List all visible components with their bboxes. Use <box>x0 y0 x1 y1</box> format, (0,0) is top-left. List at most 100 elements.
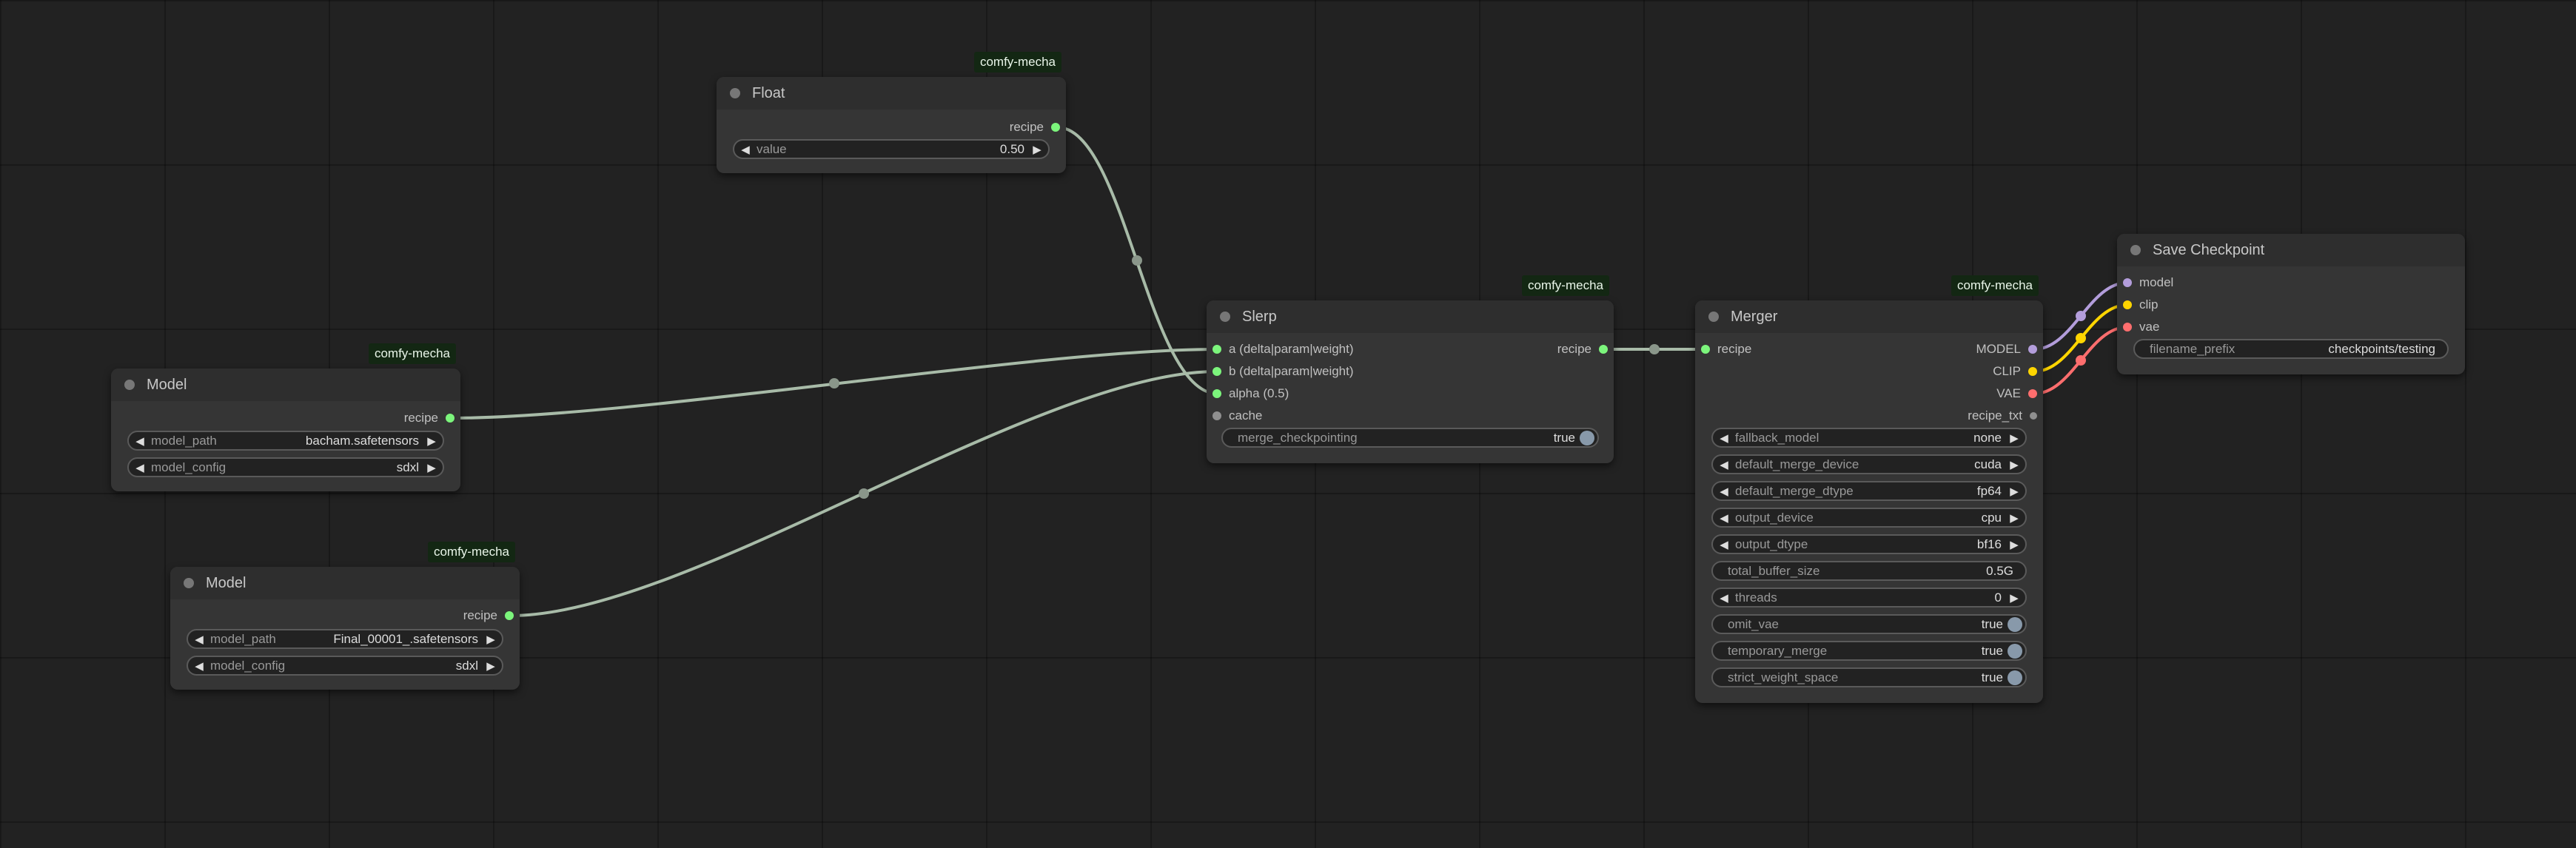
increment-arrow-icon[interactable]: ▶ <box>480 659 502 673</box>
increment-arrow-icon[interactable]: ▶ <box>1026 143 1048 156</box>
link-midpoint[interactable] <box>859 488 869 499</box>
input-slot-cache[interactable]: cache <box>1212 406 1269 425</box>
toggle-knob-icon[interactable] <box>2008 643 2022 659</box>
input-slot-b[interactable]: b (delta|param|weight) <box>1212 362 1361 381</box>
increment-arrow-icon[interactable]: ▶ <box>420 461 443 474</box>
output-dot-icon[interactable] <box>2030 412 2037 420</box>
widget-strict-weight-space[interactable]: strict_weight_space true <box>1711 667 2027 687</box>
node-header[interactable]: Save Checkpoint <box>2117 234 2465 266</box>
widget-merge-checkpointing[interactable]: merge_checkpointing true <box>1221 428 1599 448</box>
link-midpoint[interactable] <box>2076 333 2086 343</box>
node-header[interactable]: Float <box>717 77 1066 110</box>
widget-omit-vae[interactable]: omit_vae true <box>1711 614 2027 634</box>
increment-arrow-icon[interactable]: ▶ <box>2003 538 2025 551</box>
input-dot-icon[interactable] <box>1701 345 1710 354</box>
link-midpoint[interactable] <box>2076 311 2086 321</box>
decrement-arrow-icon[interactable]: ◀ <box>188 659 210 673</box>
input-dot-icon[interactable] <box>1212 367 1221 376</box>
toggle-knob-icon[interactable] <box>2008 616 2022 632</box>
link-midpoint[interactable] <box>1132 255 1142 266</box>
decrement-arrow-icon[interactable]: ◀ <box>1713 431 1735 445</box>
output-slot-recipe[interactable]: recipe <box>1550 340 1608 359</box>
widget-model-path[interactable]: ◀ model_path Final_00001_.safetensors ▶ <box>187 629 503 649</box>
widget-threads[interactable]: ◀ threads 0 ▶ <box>1711 588 2027 608</box>
collapse-dot-icon[interactable] <box>124 380 135 390</box>
output-slot-recipe[interactable]: recipe <box>456 606 514 625</box>
output-dot-icon[interactable] <box>505 611 514 620</box>
widget-output-device[interactable]: ◀ output_device cpu ▶ <box>1711 508 2027 528</box>
widget-model-config[interactable]: ◀ model_config sdxl ▶ <box>127 457 444 477</box>
widget-value[interactable]: ◀ value 0.50 ▶ <box>733 139 1050 159</box>
output-dot-icon[interactable] <box>2028 367 2037 376</box>
input-dot-icon[interactable] <box>1212 345 1221 354</box>
toggle-knob-icon[interactable] <box>1580 430 1594 445</box>
input-slot-a[interactable]: a (delta|param|weight) <box>1212 340 1361 359</box>
link-midpoint[interactable] <box>2076 355 2086 366</box>
output-slot-model[interactable]: MODEL <box>1969 340 2037 359</box>
collapse-dot-icon[interactable] <box>2130 245 2141 255</box>
decrement-arrow-icon[interactable]: ◀ <box>734 143 757 156</box>
increment-arrow-icon[interactable]: ▶ <box>2003 591 2025 605</box>
widget-default-merge-device[interactable]: ◀ default_merge_device cuda ▶ <box>1711 454 2027 474</box>
collapse-dot-icon[interactable] <box>730 88 740 98</box>
output-slot-recipe[interactable]: recipe <box>397 408 455 428</box>
output-dot-icon[interactable] <box>1599 345 1608 354</box>
decrement-arrow-icon[interactable]: ◀ <box>188 633 210 646</box>
increment-arrow-icon[interactable]: ▶ <box>2003 485 2025 498</box>
decrement-arrow-icon[interactable]: ◀ <box>1713 591 1735 605</box>
save-checkpoint-node[interactable]: Save Checkpoint model clip vae filename_… <box>2117 234 2465 374</box>
output-dot-icon[interactable] <box>2028 345 2037 354</box>
decrement-arrow-icon[interactable]: ◀ <box>1713 538 1735 551</box>
widget-model-path[interactable]: ◀ model_path bacham.safetensors ▶ <box>127 431 444 451</box>
decrement-arrow-icon[interactable]: ◀ <box>129 461 151 474</box>
model-node-2[interactable]: comfy-mecha Model recipe ◀ model_path Fi… <box>170 542 520 690</box>
widget-default-merge-dtype[interactable]: ◀ default_merge_dtype fp64 ▶ <box>1711 481 2027 501</box>
input-dot-icon[interactable] <box>1212 411 1221 420</box>
decrement-arrow-icon[interactable]: ◀ <box>129 434 151 448</box>
node-header[interactable]: Slerp <box>1207 300 1614 333</box>
decrement-arrow-icon[interactable]: ◀ <box>1713 485 1735 498</box>
node-header[interactable]: Merger <box>1695 300 2043 333</box>
input-dot-icon[interactable] <box>2123 323 2132 332</box>
widget-temporary-merge[interactable]: temporary_merge true <box>1711 641 2027 661</box>
toggle-knob-icon[interactable] <box>2008 670 2022 685</box>
output-dot-icon[interactable] <box>446 414 455 423</box>
widget-total-buffer-size[interactable]: total_buffer_size 0.5G <box>1711 561 2027 581</box>
input-slot-vae[interactable]: vae <box>2123 317 2167 337</box>
output-dot-icon[interactable] <box>2028 389 2037 398</box>
increment-arrow-icon[interactable]: ▶ <box>2003 511 2025 525</box>
widget-output-dtype[interactable]: ◀ output_dtype bf16 ▶ <box>1711 534 2027 554</box>
decrement-arrow-icon[interactable]: ◀ <box>1713 458 1735 471</box>
slerp-node[interactable]: comfy-mecha Slerp a (delta|param|weight)… <box>1207 275 1614 463</box>
link-midpoint[interactable] <box>829 378 839 388</box>
collapse-dot-icon[interactable] <box>1220 312 1230 322</box>
input-slot-recipe[interactable]: recipe <box>1701 340 1759 359</box>
input-slot-clip[interactable]: clip <box>2123 295 2166 314</box>
node-header[interactable]: Model <box>111 369 460 401</box>
collapse-dot-icon[interactable] <box>1708 312 1719 322</box>
increment-arrow-icon[interactable]: ▶ <box>2003 431 2025 445</box>
input-slot-model[interactable]: model <box>2123 273 2181 292</box>
model-node-1[interactable]: comfy-mecha Model recipe ◀ model_path ba… <box>111 343 460 491</box>
output-slot-vae[interactable]: VAE <box>1989 384 2037 403</box>
collapse-dot-icon[interactable] <box>184 578 194 588</box>
input-dot-icon[interactable] <box>2123 300 2132 309</box>
widget-filename-prefix[interactable]: filename_prefix checkpoints/testing <box>2133 339 2449 359</box>
output-slot-recipe-txt[interactable]: recipe_txt <box>1960 406 2037 425</box>
output-slot-clip[interactable]: CLIP <box>1985 362 2037 381</box>
float-node[interactable]: comfy-mecha Float recipe ◀ value 0.50 ▶ <box>717 52 1066 173</box>
increment-arrow-icon[interactable]: ▶ <box>420 434 443 448</box>
increment-arrow-icon[interactable]: ▶ <box>2003 458 2025 471</box>
link-midpoint[interactable] <box>1649 344 1660 354</box>
increment-arrow-icon[interactable]: ▶ <box>480 633 502 646</box>
output-dot-icon[interactable] <box>1051 123 1060 132</box>
widget-fallback-model[interactable]: ◀ fallback_model none ▶ <box>1711 428 2027 448</box>
merger-node[interactable]: comfy-mecha Merger recipe MODEL CLIP VAE… <box>1695 275 2043 703</box>
output-slot-recipe[interactable]: recipe <box>1002 118 1060 137</box>
input-slot-alpha[interactable]: alpha (0.5) <box>1212 384 1296 403</box>
widget-model-config[interactable]: ◀ model_config sdxl ▶ <box>187 656 503 676</box>
node-header[interactable]: Model <box>170 567 520 599</box>
input-dot-icon[interactable] <box>1212 389 1221 398</box>
decrement-arrow-icon[interactable]: ◀ <box>1713 511 1735 525</box>
input-dot-icon[interactable] <box>2123 278 2132 287</box>
